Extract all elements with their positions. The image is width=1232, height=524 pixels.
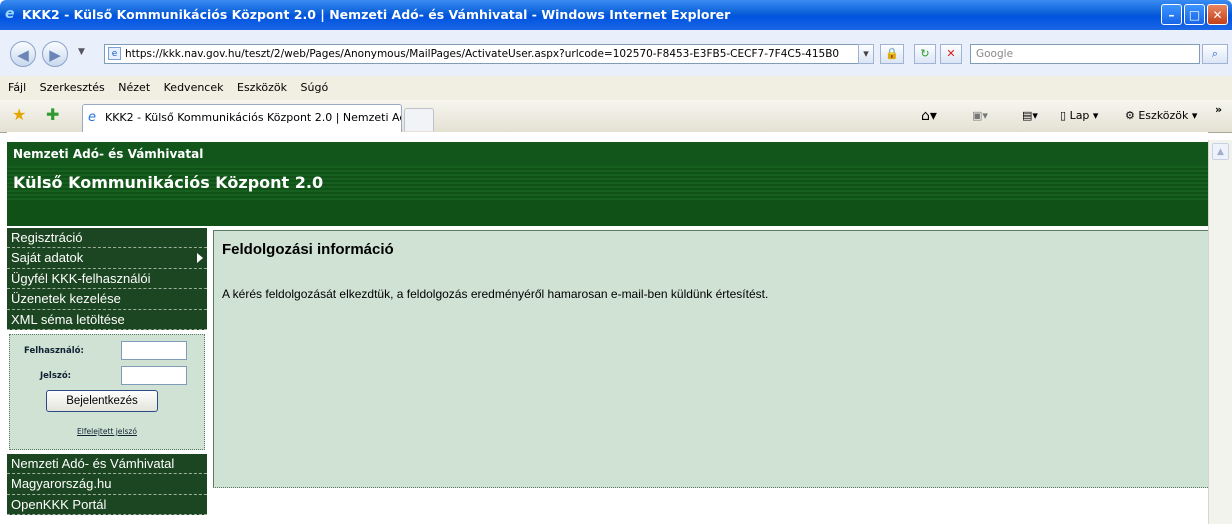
menu-favorites[interactable]: Kedvencek: [164, 76, 224, 100]
app-title-header: Külső Kommunikációs Központ 2.0: [7, 166, 1208, 200]
menu-bar: Fájl Szerkesztés Nézet Kedvencek Eszközö…: [0, 76, 1232, 101]
sidebar-item-own-data[interactable]: Saját adatok: [7, 248, 207, 269]
vertical-scrollbar[interactable]: ▲: [1208, 140, 1232, 524]
back-button[interactable]: ◀: [10, 41, 36, 67]
address-toolbar: ◀ ▶ ▼ e https://kkk.nav.gov.hu/teszt/2/w…: [0, 30, 1232, 77]
org-header: Nemzeti Adó- és Vámhivatal: [7, 142, 1208, 166]
tools-menu[interactable]: ⚙ Eszközök ▾: [1125, 108, 1197, 124]
menu-file[interactable]: Fájl: [8, 76, 26, 100]
login-button[interactable]: Bejelentkezés: [46, 389, 158, 412]
url-text: https://kkk.nav.gov.hu/teszt/2/web/Pages…: [125, 48, 840, 60]
search-input[interactable]: Google: [970, 44, 1200, 64]
print-icon[interactable]: ▤▾: [1022, 108, 1038, 124]
add-favorite-icon[interactable]: ✚: [46, 107, 59, 123]
menu-edit[interactable]: Szerkesztés: [40, 76, 105, 100]
password-input[interactable]: [121, 365, 187, 385]
history-dropdown-icon[interactable]: ▼: [78, 47, 85, 57]
lock-icon[interactable]: 🔒: [880, 44, 904, 64]
page-content: Nemzeti Adó- és Vámhivatal Külső Kommuni…: [7, 132, 1208, 524]
browser-tab[interactable]: e KKK2 - Külső Kommunikációs Központ 2.0…: [82, 104, 402, 132]
new-tab-button[interactable]: [404, 108, 434, 131]
main-panel: Feldolgozási információ A kérés feldolgo…: [213, 230, 1208, 488]
page-icon: e: [108, 47, 121, 60]
search-button[interactable]: ⌕: [1202, 44, 1228, 64]
url-field[interactable]: e https://kkk.nav.gov.hu/teszt/2/web/Pag…: [104, 44, 866, 64]
login-box: Felhasználó: Jelszó: Bejelentkezés Elfel…: [9, 333, 205, 450]
info-message: A kérés feldolgozását elkezdtük, a feldo…: [222, 287, 769, 301]
home-icon[interactable]: ⌂▾: [921, 108, 937, 124]
chevron-more-icon[interactable]: »: [1215, 102, 1222, 118]
sidebar-item-registration[interactable]: Regisztráció: [7, 228, 207, 249]
sidebar-link-nav[interactable]: Nemzeti Adó- és Vámhivatal: [7, 453, 207, 475]
username-label: Felhasználó:: [24, 345, 84, 356]
close-button[interactable]: ✕: [1207, 4, 1228, 25]
sidebar-item-messages[interactable]: Üzenetek kezelése: [7, 289, 207, 310]
maximize-button[interactable]: □: [1184, 4, 1205, 25]
page-menu-label: Lap: [1069, 109, 1090, 122]
header-spacer: [7, 200, 1208, 226]
minimize-button[interactable]: –: [1161, 4, 1182, 25]
feeds-icon[interactable]: ▣▾: [972, 108, 988, 124]
scroll-up-icon[interactable]: ▲: [1212, 143, 1229, 160]
page-menu[interactable]: ▯ Lap ▾: [1060, 108, 1098, 124]
ie-logo-icon: e: [5, 6, 15, 22]
sidebar-link-openkkk[interactable]: OpenKKK Portál: [7, 494, 207, 516]
url-dropdown-button[interactable]: ▾: [858, 44, 874, 64]
forward-button[interactable]: ▶: [42, 41, 68, 67]
page-title: Feldolgozási információ: [222, 241, 394, 258]
sidebar: Regisztráció Saját adatok Ügyfél KKK-fel…: [7, 228, 207, 516]
window-title-bar: e KKK2 - Külső Kommunikációs Központ 2.0…: [0, 0, 1232, 30]
window-controls: – □ ✕: [1161, 4, 1228, 25]
tab-title: KKK2 - Külső Kommunikációs Központ 2.0 |…: [105, 111, 402, 124]
sidebar-item-client-users[interactable]: Ügyfél KKK-felhasználói: [7, 268, 207, 290]
menu-tools[interactable]: Eszközök: [237, 76, 287, 100]
menu-view[interactable]: Nézet: [118, 76, 150, 100]
password-label: Jelszó:: [40, 370, 72, 381]
forgot-password-link[interactable]: Elfelejtett jelszó: [10, 427, 204, 436]
tools-menu-label: Eszközök: [1138, 109, 1189, 122]
sidebar-link-magyarorszag[interactable]: Magyarország.hu: [7, 474, 207, 495]
submenu-arrow-icon: [197, 253, 203, 264]
window-title: KKK2 - Külső Kommunikációs Központ 2.0 |…: [22, 7, 731, 22]
command-bar: ★ ✚ e KKK2 - Külső Kommunikációs Központ…: [0, 100, 1232, 133]
favorites-star-icon[interactable]: ★: [12, 107, 26, 123]
menu-help[interactable]: Súgó: [301, 76, 329, 100]
username-input[interactable]: [121, 340, 187, 360]
refresh-button[interactable]: ↻: [914, 44, 936, 64]
sidebar-item-own-data-label: Saját adatok: [11, 250, 84, 266]
sidebar-item-xml-schema[interactable]: XML séma letöltése: [7, 309, 207, 330]
stop-button[interactable]: ✕: [940, 44, 962, 64]
tab-ie-icon: e: [88, 110, 96, 125]
